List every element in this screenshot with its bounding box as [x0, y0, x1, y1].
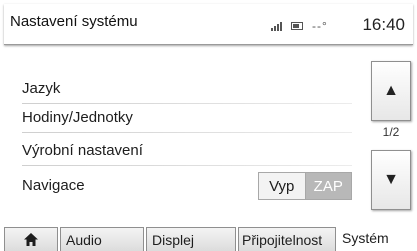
page-title: Nastavení systému	[10, 13, 138, 30]
tab-label: Systém	[342, 230, 389, 246]
toggle-on-button[interactable]: ZAP	[305, 172, 352, 200]
tab-bar: Audio Displej Připojitelnost Systém	[4, 225, 413, 251]
home-icon	[24, 233, 38, 246]
tab-label: Audio	[66, 231, 102, 248]
tab-system[interactable]: Systém	[336, 225, 413, 251]
arrow-up-icon: ▲	[383, 82, 399, 99]
menu-item-navigation: Navigace Vyp ZAP	[22, 171, 352, 201]
divider	[22, 165, 352, 166]
toggle-off-button[interactable]: Vyp	[258, 172, 306, 200]
scroll-up-button[interactable]: ▲	[371, 61, 411, 121]
tab-audio[interactable]: Audio	[60, 227, 144, 251]
menu-item-clock-units[interactable]: Hodiny/Jednotky	[22, 103, 352, 133]
menu-item-label: Výrobní nastavení	[22, 142, 143, 159]
tab-connectivity[interactable]: Připojitelnost	[238, 227, 336, 251]
temperature-readout: --°	[312, 19, 328, 33]
signal-strength-icon	[271, 21, 287, 31]
menu-item-factory-settings[interactable]: Výrobní nastavení	[22, 136, 352, 166]
divider	[22, 132, 352, 133]
tab-label: Připojitelnost	[242, 231, 323, 248]
scroll-down-button[interactable]: ▼	[371, 150, 411, 210]
clock: 16:40	[362, 15, 405, 34]
tab-label: Displej	[152, 231, 195, 248]
arrow-down-icon: ▼	[383, 171, 399, 188]
menu-item-label: Hodiny/Jednotky	[22, 109, 133, 126]
battery-icon	[291, 22, 303, 30]
menu-item-label: Navigace	[22, 177, 85, 194]
menu-item-label: Jazyk	[22, 80, 61, 97]
status-header: Nastavení systému --° 16:40	[4, 4, 413, 45]
tab-display[interactable]: Displej	[146, 227, 236, 251]
menu-item-language[interactable]: Jazyk	[22, 74, 352, 104]
tab-home[interactable]	[4, 227, 58, 251]
page-indicator: 1/2	[382, 125, 400, 139]
system-settings-screen: Nastavení systému --° 16:40 Jazyk Hodiny…	[0, 0, 417, 251]
navigation-toggle: Vyp ZAP	[258, 172, 352, 200]
